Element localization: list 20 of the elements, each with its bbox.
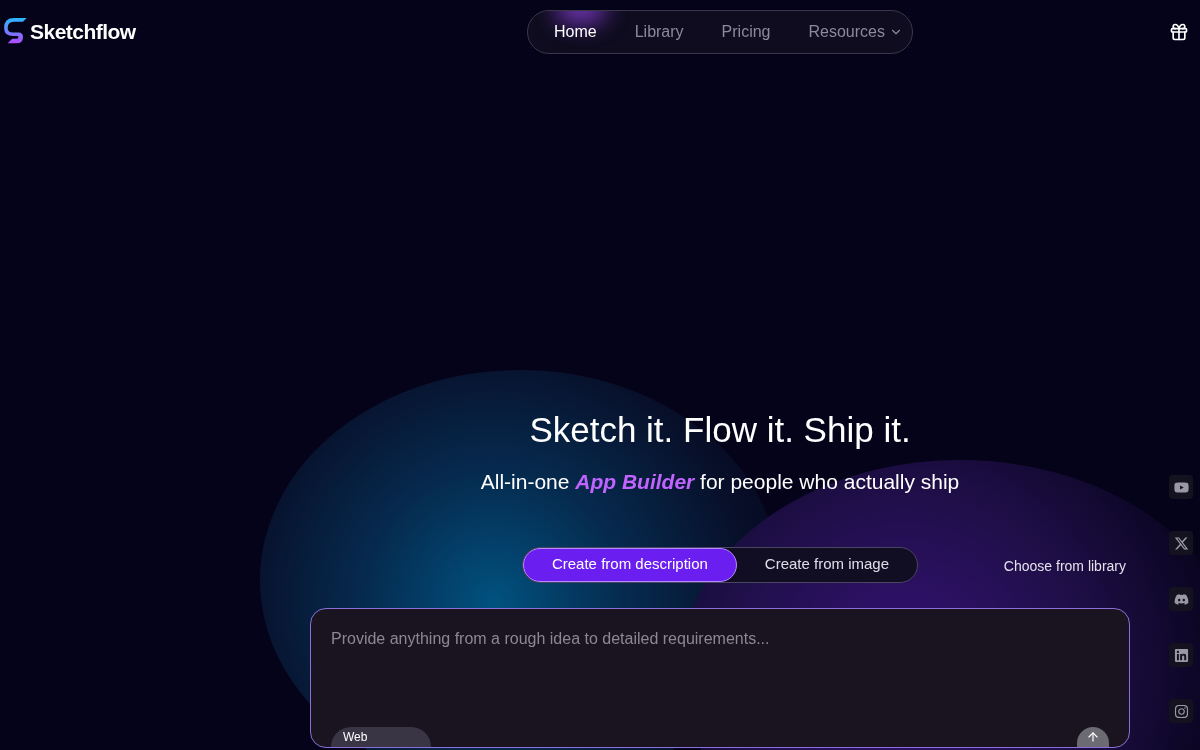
youtube-icon[interactable]	[1169, 475, 1193, 499]
nav-link[interactable]: Home	[554, 20, 597, 44]
hero-title: Sketch it. Flow it. Ship it.	[529, 410, 911, 450]
send-button[interactable]	[1077, 726, 1109, 747]
discord-icon[interactable]	[1169, 587, 1193, 611]
mode-tab[interactable]: Create from image	[736, 547, 918, 582]
arrow-up-icon	[1086, 729, 1100, 744]
prompt-field[interactable]: Provide anything from a rough idea to detailed requirements...	[331, 626, 1109, 651]
instagram-icon[interactable]	[1169, 699, 1193, 723]
hero-subtitle: All-in-one App Builder for people who actually ship	[480, 469, 960, 495]
nav-link[interactable]: Library	[634, 20, 684, 44]
gift-icon[interactable]	[1169, 22, 1189, 42]
mode-tab[interactable]: Create from description	[522, 547, 737, 582]
nav-link[interactable]: Pricing	[721, 20, 771, 44]
linkedin-icon[interactable]	[1169, 643, 1193, 667]
platform-select[interactable]: Web	[331, 726, 431, 747]
brand-name[interactable]: Sketchflow	[30, 16, 136, 48]
library-link[interactable]: Choose from library	[1003, 555, 1126, 577]
x-icon[interactable]	[1169, 531, 1193, 555]
nav-link[interactable]: Resources	[808, 20, 903, 44]
